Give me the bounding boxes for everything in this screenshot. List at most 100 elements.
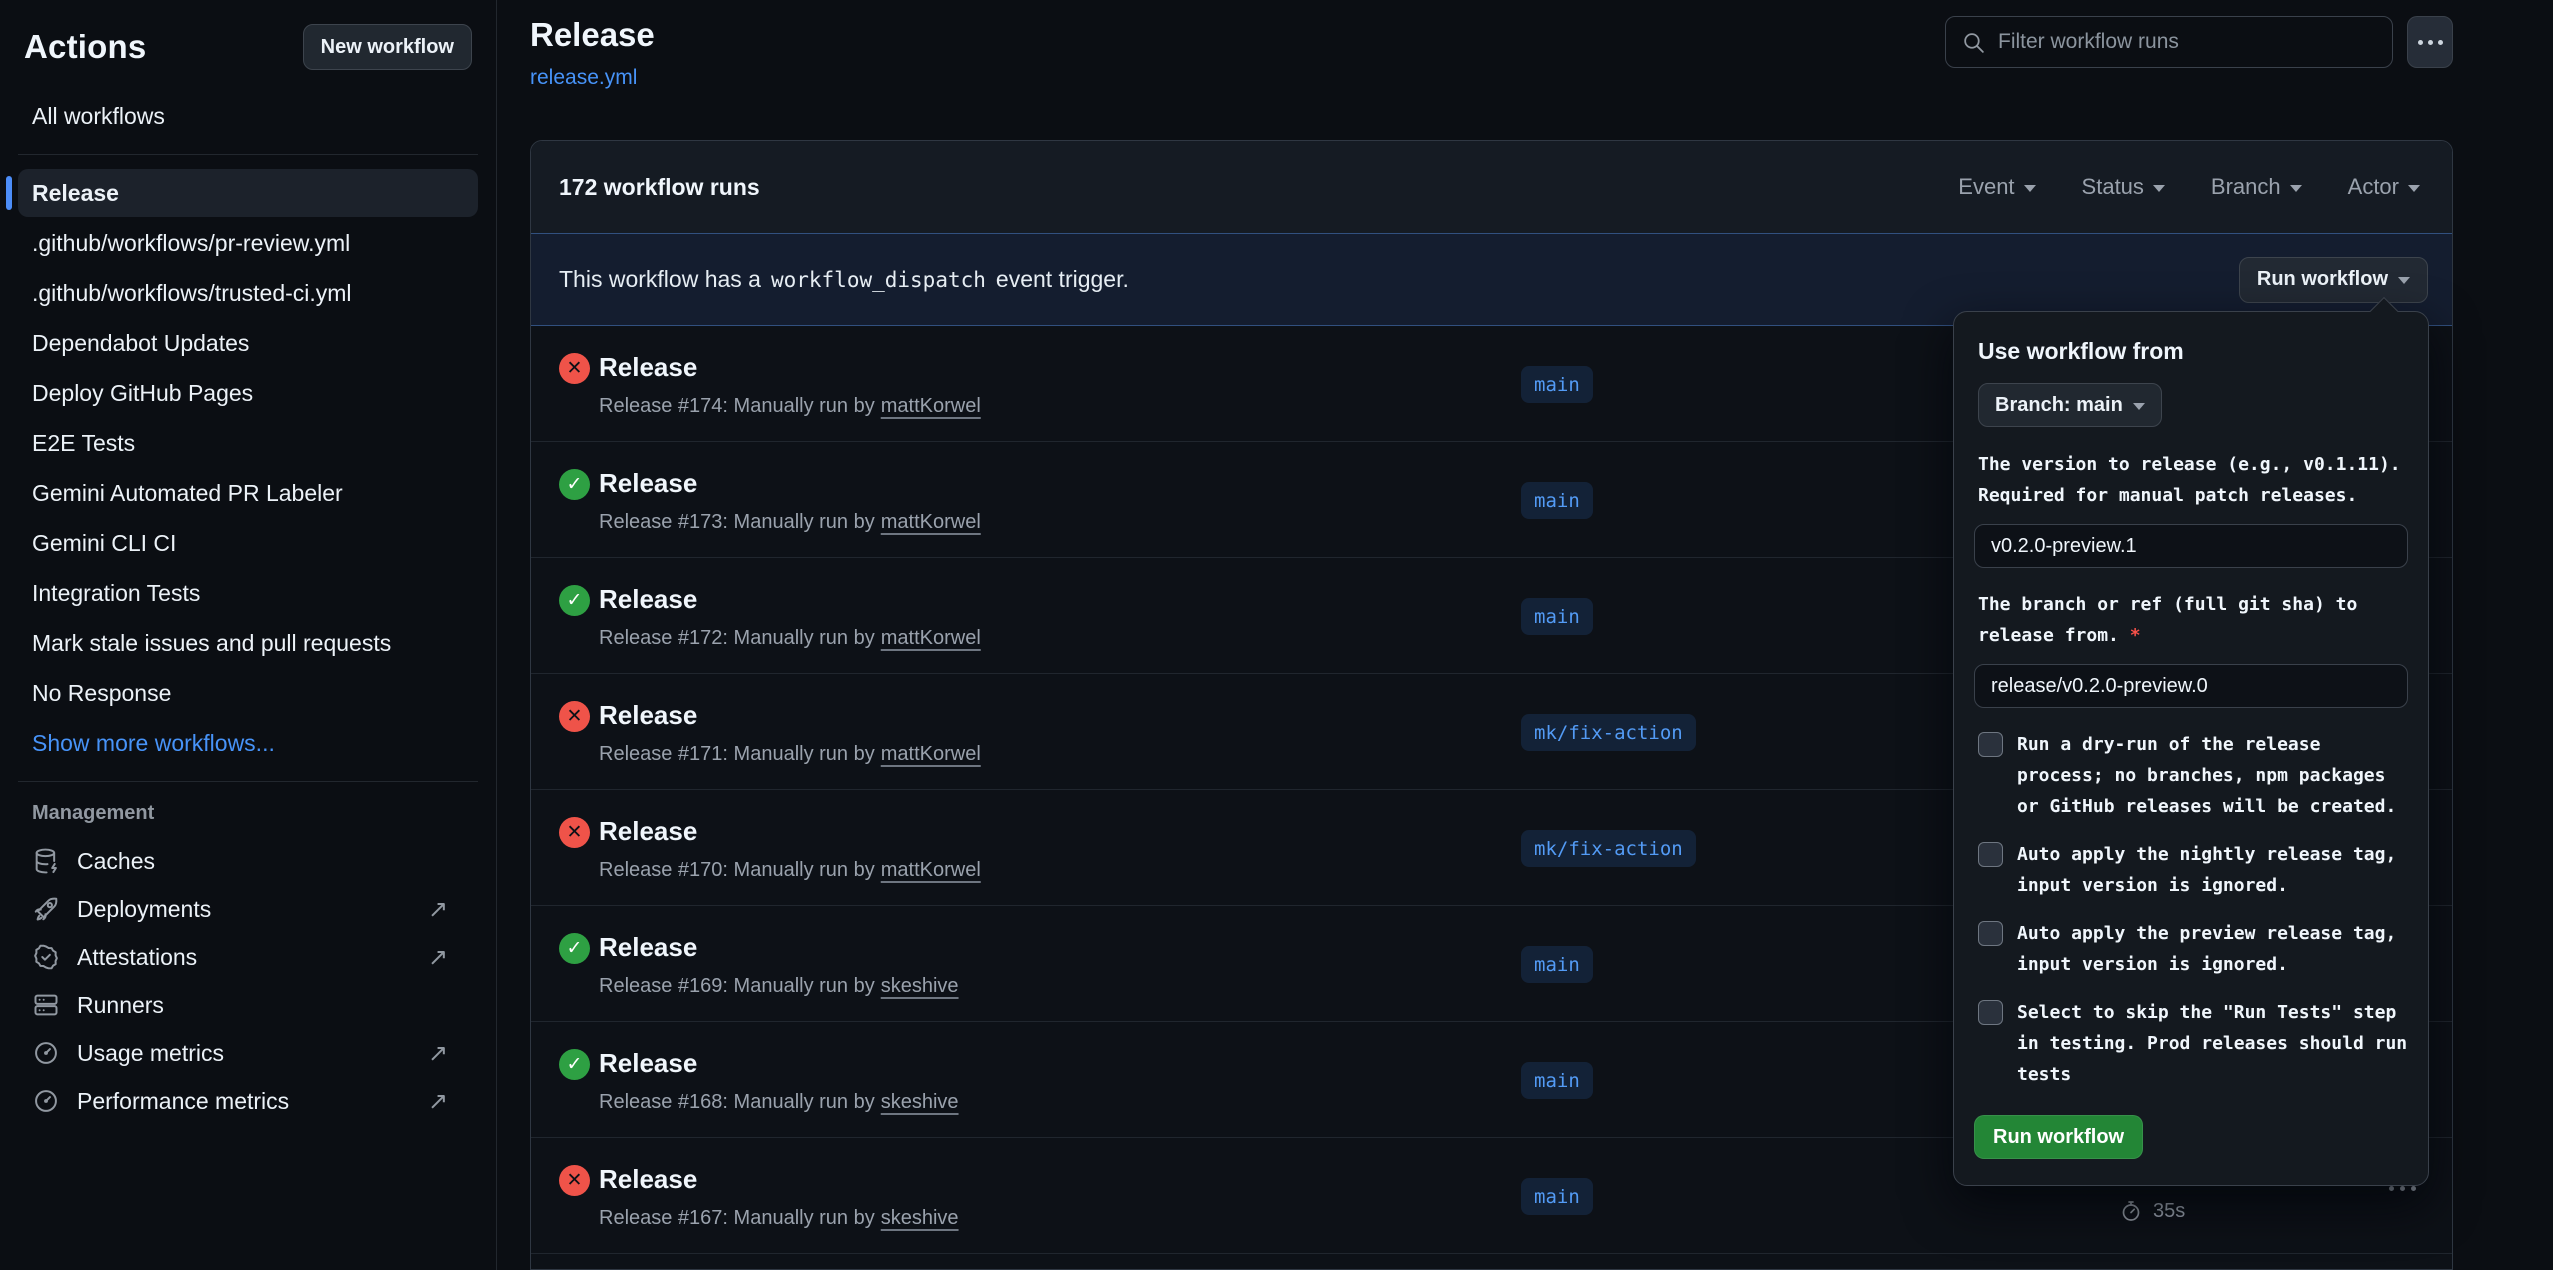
dialog-checkbox-row[interactable]: Auto apply the nightly release tag, inpu… <box>1978 839 2408 901</box>
run-title[interactable]: Release <box>599 1048 697 1079</box>
filter-label: Event <box>1958 174 2014 200</box>
run-options-button[interactable] <box>2389 1186 2416 1191</box>
run-status-icon <box>559 353 590 384</box>
run-subtitle: Release #173: Manually run bymattKorwel <box>599 511 981 534</box>
sidebar-item-e2e-tests[interactable]: E2E Tests <box>18 419 478 467</box>
runs-list-header: 172 workflow runs Event Status Branch Ac… <box>531 141 2452 233</box>
search-input[interactable] <box>1998 30 2377 54</box>
sidebar-item-all-workflows[interactable]: All workflows <box>18 92 478 140</box>
sidebar-item-label: Release <box>32 180 119 207</box>
run-status-icon <box>559 701 590 732</box>
dialog-checkbox-row[interactable]: Select to skip the "Run Tests" step in t… <box>1978 997 2408 1090</box>
new-workflow-button[interactable]: New workflow <box>303 24 472 70</box>
branch-badge[interactable]: main <box>1521 366 1593 403</box>
sidebar-item-release[interactable]: Release <box>18 169 478 217</box>
management-item-label: Usage metrics <box>77 1040 224 1067</box>
dialog-checkbox-group: Run a dry-run of the release process; no… <box>1974 729 2408 1090</box>
external-link-icon: ↗ <box>428 895 464 924</box>
run-actor-link[interactable]: mattKorwel <box>881 511 981 533</box>
external-link-icon: ↗ <box>428 943 464 972</box>
filter-status[interactable]: Status <box>2082 174 2165 200</box>
meter-icon <box>32 1087 60 1115</box>
sidebar-item-deploy-github-pages[interactable]: Deploy GitHub Pages <box>18 369 478 417</box>
run-actor-link[interactable]: skeshive <box>881 1207 959 1229</box>
checkbox[interactable] <box>1978 921 2003 946</box>
sidebar-item-github-workflows-trusted-ci-yml[interactable]: .github/workflows/trusted-ci.yml <box>18 269 478 317</box>
banner-text: This workflow has a <box>559 266 761 293</box>
branch-badge[interactable]: main <box>1521 1062 1593 1099</box>
run-actor-link[interactable]: mattKorwel <box>881 627 981 649</box>
run-actor-link[interactable]: mattKorwel <box>881 395 981 417</box>
run-actor-link[interactable]: mattKorwel <box>881 743 981 765</box>
run-workflow-submit-button[interactable]: Run workflow <box>1974 1115 2143 1159</box>
filter-branch[interactable]: Branch <box>2211 174 2302 200</box>
management-item-usage-metrics[interactable]: Usage metrics ↗ <box>24 1029 472 1077</box>
sidebar-item-mark-stale-issues-and-pull-requests[interactable]: Mark stale issues and pull requests <box>18 619 478 667</box>
branch-badge[interactable]: mk/fix-action <box>1521 830 1696 867</box>
dialog-checkbox-row[interactable]: Run a dry-run of the release process; no… <box>1978 729 2408 822</box>
branch-selector[interactable]: Branch: main <box>1978 383 2162 427</box>
sidebar-item-gemini-cli-ci[interactable]: Gemini CLI CI <box>18 519 478 567</box>
run-subtitle: Release #171: Manually run bymattKorwel <box>599 743 981 766</box>
run-title[interactable]: Release <box>599 700 697 731</box>
run-status-icon <box>559 1165 590 1196</box>
management-item-attestations[interactable]: Attestations ↗ <box>24 933 472 981</box>
sidebar-item-gemini-automated-pr-labeler[interactable]: Gemini Automated PR Labeler <box>18 469 478 517</box>
management-item-label: Caches <box>77 848 155 875</box>
header-controls <box>1945 16 2453 68</box>
sidebar-item-integration-tests[interactable]: Integration Tests <box>18 569 478 617</box>
run-title[interactable]: Release <box>599 352 697 383</box>
kebab-icon <box>2389 1186 2394 1191</box>
run-title[interactable]: Release <box>599 816 697 847</box>
filter-actor[interactable]: Actor <box>2348 174 2420 200</box>
workflow-nav: Release .github/workflows/pr-review.yml … <box>24 169 472 767</box>
branch-badge[interactable]: main <box>1521 1178 1593 1215</box>
management-nav: Caches Deployments ↗ Attestations ↗ Runn… <box>24 837 472 1125</box>
server-icon <box>32 991 60 1019</box>
run-duration: 35s <box>2153 1200 2185 1223</box>
dialog-checkbox-row[interactable]: Auto apply the preview release tag, inpu… <box>1978 918 2408 980</box>
required-marker: * <box>2130 625 2141 646</box>
filter-label: Actor <box>2348 174 2399 200</box>
management-item-runners[interactable]: Runners <box>24 981 472 1029</box>
run-actor-link[interactable]: mattKorwel <box>881 859 981 881</box>
run-subtitle: Release #174: Manually run bymattKorwel <box>599 395 981 418</box>
meter-icon <box>32 1039 60 1067</box>
branch-badge[interactable]: main <box>1521 598 1593 635</box>
sidebar-item-label: Show more workflows... <box>32 730 275 757</box>
workflow-file-link[interactable]: release.yml <box>530 66 637 89</box>
checkbox[interactable] <box>1978 732 2003 757</box>
branch-badge[interactable]: mk/fix-action <box>1521 714 1696 751</box>
kebab-icon <box>2418 40 2423 45</box>
run-title[interactable]: Release <box>599 584 697 615</box>
run-actor-link[interactable]: skeshive <box>881 1091 959 1113</box>
branch-badge[interactable]: main <box>1521 482 1593 519</box>
branch-badge[interactable]: main <box>1521 946 1593 983</box>
run-title[interactable]: Release <box>599 468 697 499</box>
checkbox[interactable] <box>1978 1000 2003 1025</box>
filter-label: Branch <box>2211 174 2281 200</box>
run-title[interactable]: Release <box>599 932 697 963</box>
sidebar-item-label: No Response <box>32 680 171 707</box>
ref-input[interactable] <box>1974 664 2408 708</box>
sidebar-item-dependabot-updates[interactable]: Dependabot Updates <box>18 319 478 367</box>
chevron-down-icon <box>2024 185 2036 192</box>
run-workflow-dropdown-button[interactable]: Run workflow <box>2239 257 2428 303</box>
run-subtitle: Release #169: Manually run byskeshive <box>599 975 959 998</box>
management-item-performance-metrics[interactable]: Performance metrics ↗ <box>24 1077 472 1125</box>
run-title[interactable]: Release <box>599 1164 697 1195</box>
database-icon <box>32 847 60 875</box>
filter-event[interactable]: Event <box>1958 174 2035 200</box>
management-item-deployments[interactable]: Deployments ↗ <box>24 885 472 933</box>
sidebar-item-label: Deploy GitHub Pages <box>32 380 253 407</box>
version-input[interactable] <box>1974 524 2408 568</box>
sidebar-item-label: E2E Tests <box>32 430 135 457</box>
management-item-caches[interactable]: Caches <box>24 837 472 885</box>
runs-count: 172 workflow runs <box>559 174 760 201</box>
sidebar-item-show-more-workflows[interactable]: Show more workflows... <box>18 719 478 767</box>
workflow-options-button[interactable] <box>2407 16 2453 68</box>
sidebar-item-no-response[interactable]: No Response <box>18 669 478 717</box>
checkbox[interactable] <box>1978 842 2003 867</box>
run-actor-link[interactable]: skeshive <box>881 975 959 997</box>
sidebar-item-github-workflows-pr-review-yml[interactable]: .github/workflows/pr-review.yml <box>18 219 478 267</box>
